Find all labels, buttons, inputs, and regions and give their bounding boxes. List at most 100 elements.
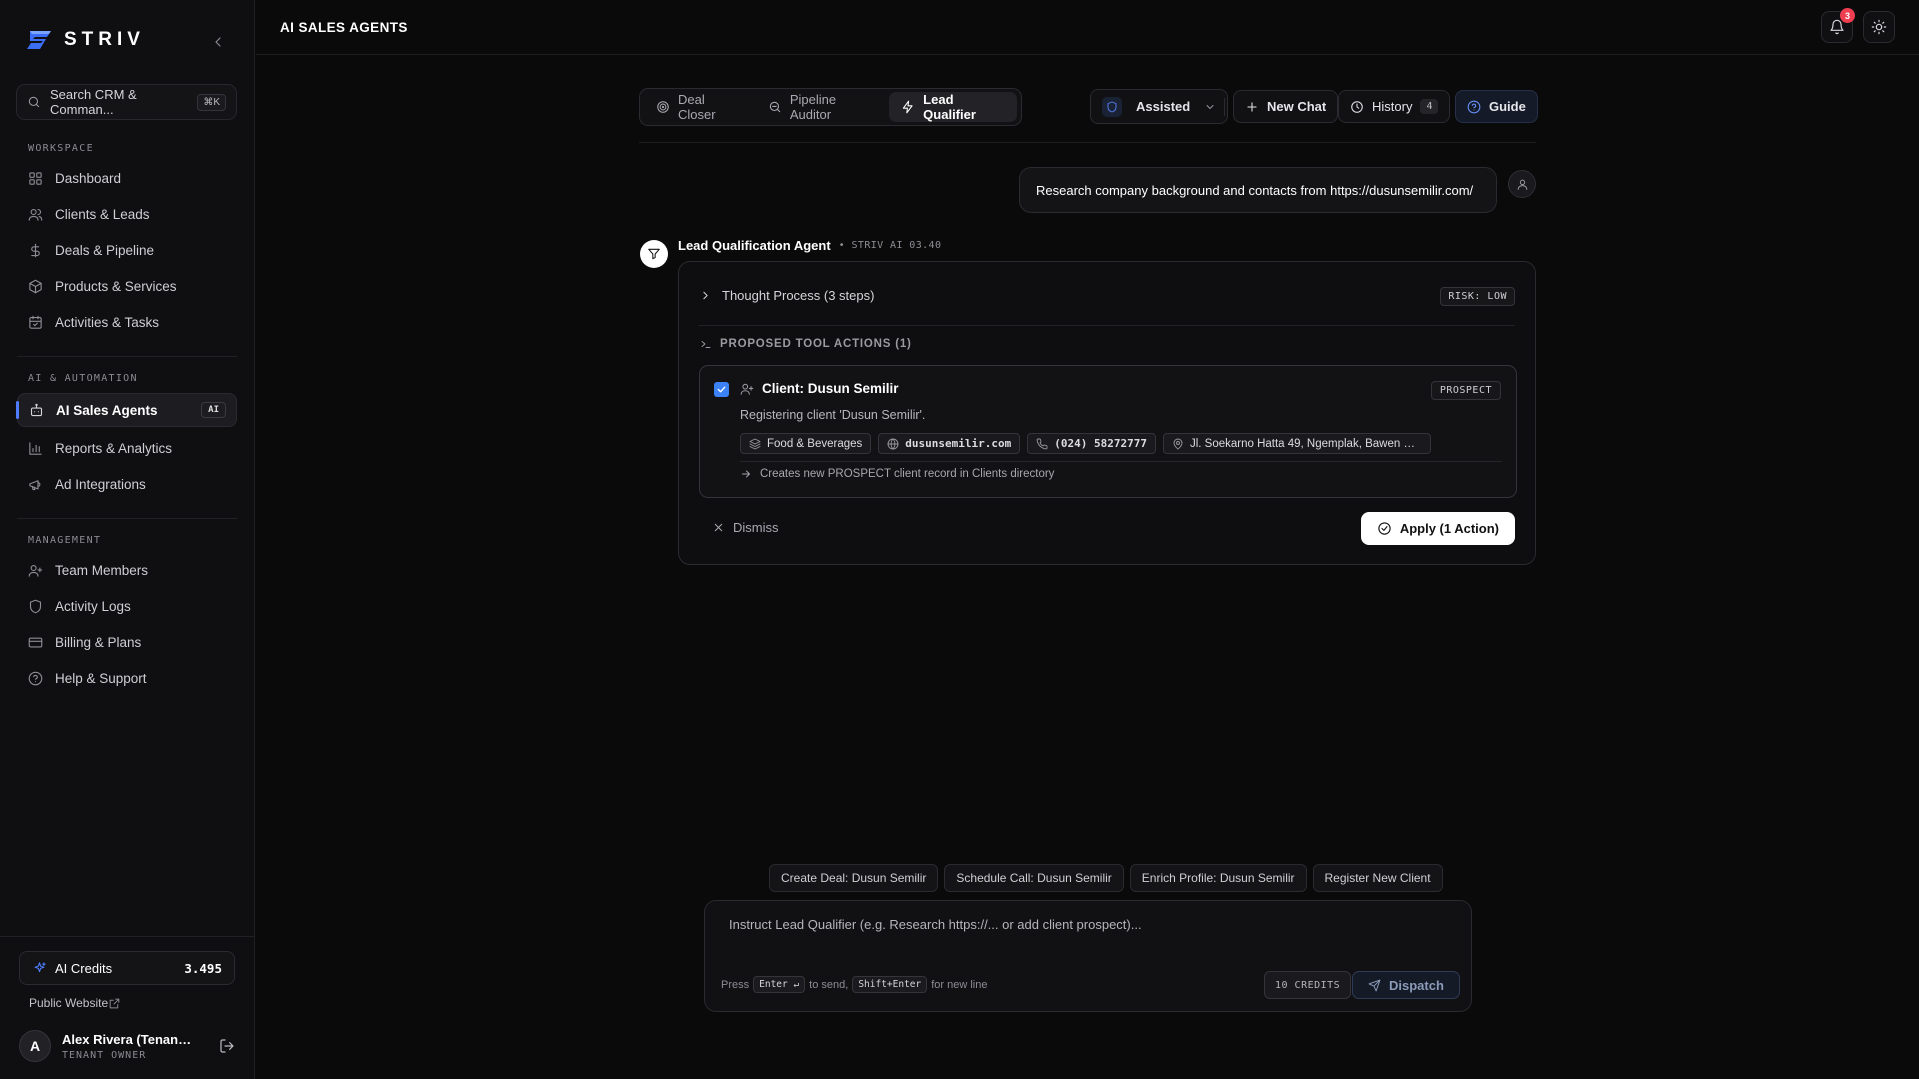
action-divider bbox=[740, 461, 1502, 462]
logout-icon[interactable] bbox=[219, 1038, 235, 1054]
zap-icon bbox=[901, 100, 915, 114]
suggestion-chip[interactable]: Enrich Profile: Dusun Semilir bbox=[1129, 864, 1307, 892]
website-value: dusunsemilir.com bbox=[905, 437, 1012, 450]
thought-process-toggle[interactable]: Thought Process (3 steps) bbox=[699, 288, 874, 303]
brand-logo[interactable]: STRIV bbox=[24, 28, 145, 52]
filter-icon bbox=[640, 240, 668, 268]
tab-label: Pipeline Auditor bbox=[789, 92, 837, 122]
grid-icon bbox=[28, 171, 43, 186]
tab-lead-qualifier[interactable]: Lead Qualifier bbox=[889, 92, 1017, 122]
sidebar-item-clients[interactable]: Clients & Leads bbox=[17, 197, 237, 231]
tab-deal-closer[interactable]: Deal Closer bbox=[644, 92, 754, 122]
sidebar-item-billing[interactable]: Billing & Plans bbox=[17, 625, 237, 659]
ai-credits-value: 3.495 bbox=[184, 960, 222, 976]
tab-pipeline-auditor[interactable]: Pipeline Auditor bbox=[756, 92, 887, 122]
apply-actions-button[interactable]: Apply (1 Action) bbox=[1360, 512, 1515, 545]
sidebar-item-deals[interactable]: Deals & Pipeline bbox=[17, 233, 237, 267]
risk-badge: RISK: LOW bbox=[1440, 287, 1515, 306]
proposed-actions-label: PROPOSED TOOL ACTIONS (1) bbox=[720, 338, 912, 350]
suggestion-chip[interactable]: Schedule Call: Dusun Semilir bbox=[944, 864, 1124, 892]
user-message-text: Research company background and contacts… bbox=[1036, 182, 1474, 198]
new-chat-label: New Chat bbox=[1267, 99, 1327, 114]
search-icon bbox=[27, 95, 41, 109]
industry-value: Food & Beverages bbox=[767, 437, 863, 450]
calendar-check-icon bbox=[28, 315, 43, 330]
sidebar-item-reports[interactable]: Reports & Analytics bbox=[17, 431, 237, 465]
message-input[interactable] bbox=[729, 917, 1449, 932]
sidebar-item-label: Billing & Plans bbox=[55, 634, 142, 650]
agent-response-card: Thought Process (3 steps) RISK: LOW PROP… bbox=[678, 261, 1536, 565]
target-icon bbox=[656, 100, 670, 114]
user-profile[interactable]: A Alex Rivera (Tenant O... TENANT OWNER bbox=[19, 1026, 235, 1066]
search-placeholder: Search CRM & Comman... bbox=[50, 87, 137, 117]
sidebar: STRIV Search CRM & Comman... ⌘K WORKSPAC… bbox=[0, 0, 255, 1079]
public-website-link[interactable]: Public Website bbox=[29, 996, 225, 1010]
thought-process-label: Thought Process (3 steps) bbox=[722, 288, 875, 303]
dismiss-button[interactable]: Dismiss bbox=[712, 520, 779, 535]
theme-toggle-button[interactable] bbox=[1863, 11, 1895, 43]
suggestion-chip[interactable]: Create Deal: Dusun Semilir bbox=[769, 864, 939, 892]
page-title: AI SALES AGENTS bbox=[280, 20, 408, 35]
management-section-label: MANAGEMENT bbox=[28, 535, 102, 546]
hint-text: for new line bbox=[931, 978, 988, 991]
tab-label: Deal Closer bbox=[678, 92, 716, 122]
tool-action-card: Client: Dusun Semilir PROSPECT Registeri… bbox=[699, 365, 1517, 498]
sidebar-item-label: AI Sales Agents bbox=[56, 402, 158, 418]
sidebar-item-ai-sales-agents[interactable]: AI Sales Agents AI bbox=[16, 393, 237, 427]
apply-label: Apply (1 Action) bbox=[1399, 521, 1499, 536]
client-detail-chips: Food & Beverages dusunsemilir.com (024) … bbox=[740, 433, 1431, 454]
sidebar-item-activity-logs[interactable]: Activity Logs bbox=[17, 589, 237, 623]
notifications-button[interactable]: 3 bbox=[1821, 8, 1855, 43]
close-icon bbox=[712, 521, 725, 534]
credits-cost-badge: 10 CREDITS bbox=[1264, 971, 1352, 999]
collapse-sidebar-icon[interactable] bbox=[210, 34, 226, 50]
ai-credits-panel[interactable]: AI Credits 3.495 bbox=[19, 951, 235, 985]
plus-icon bbox=[1245, 100, 1259, 114]
sidebar-item-label: Ad Integrations bbox=[55, 476, 146, 492]
action-description: Registering client 'Dusun Semilir'. bbox=[740, 408, 926, 422]
sidebar-item-team-members[interactable]: Team Members bbox=[17, 553, 237, 587]
hint-text: to send, bbox=[809, 978, 849, 991]
search-zoom-icon bbox=[768, 100, 782, 114]
search-bar[interactable]: Search CRM & Comman... ⌘K bbox=[16, 84, 237, 120]
sidebar-item-activities[interactable]: Activities & Tasks bbox=[17, 305, 237, 339]
clock-icon bbox=[1350, 100, 1364, 114]
suggestion-chips: Create Deal: Dusun Semilir Schedule Call… bbox=[769, 864, 1443, 892]
user-name: Alex Rivera (Tenant O... bbox=[62, 1031, 192, 1047]
address-chip: Jl. Soekarno Hatta 49, Ngemplak, Bawen K… bbox=[1162, 433, 1431, 454]
proposed-actions-header: PROPOSED TOOL ACTIONS (1) bbox=[700, 338, 912, 350]
guide-button[interactable]: Guide bbox=[1455, 90, 1538, 123]
sidebar-item-label: Clients & Leads bbox=[55, 206, 150, 222]
website-chip: dusunsemilir.com bbox=[878, 433, 1021, 454]
mode-select[interactable]: Assisted bbox=[1090, 89, 1229, 124]
new-chat-button[interactable]: New Chat bbox=[1233, 90, 1339, 123]
public-website-label: Public Website bbox=[29, 996, 109, 1010]
shield-check-icon bbox=[1102, 96, 1122, 117]
suggestion-chip[interactable]: Register New Client bbox=[1312, 864, 1443, 892]
globe-icon bbox=[887, 438, 899, 450]
phone-chip: (024) 58272777 bbox=[1027, 433, 1156, 454]
sidebar-item-products[interactable]: Products & Services bbox=[17, 269, 237, 303]
sun-icon bbox=[1871, 19, 1887, 35]
search-shortcut: ⌘K bbox=[197, 93, 226, 111]
user-role: TENANT OWNER bbox=[62, 1049, 147, 1061]
card-divider bbox=[699, 325, 1515, 326]
agent-name: Lead Qualification Agent bbox=[678, 238, 831, 253]
sidebar-item-label: Activity Logs bbox=[55, 598, 131, 614]
sidebar-item-label: Deals & Pipeline bbox=[55, 242, 155, 258]
sidebar-item-ad-integrations[interactable]: Ad Integrations bbox=[17, 467, 237, 501]
chevron-right-icon bbox=[699, 289, 712, 302]
send-icon bbox=[1368, 979, 1381, 992]
dispatch-button[interactable]: Dispatch bbox=[1352, 971, 1460, 999]
sidebar-item-dashboard[interactable]: Dashboard bbox=[17, 161, 237, 195]
bot-icon bbox=[29, 403, 44, 418]
action-title-text: Client: Dusun Semilir bbox=[762, 381, 899, 396]
keyboard-hint: Press Enter ↵ to send, Shift+Enter for n… bbox=[721, 976, 988, 993]
dollar-icon bbox=[28, 243, 43, 258]
history-button[interactable]: History 4 bbox=[1338, 90, 1451, 123]
phone-icon bbox=[1036, 438, 1048, 450]
sidebar-item-help[interactable]: Help & Support bbox=[17, 661, 237, 695]
action-checkbox[interactable] bbox=[714, 382, 729, 397]
action-effect: Creates new PROSPECT client record in Cl… bbox=[740, 468, 1054, 480]
check-circle-icon bbox=[1377, 521, 1392, 536]
